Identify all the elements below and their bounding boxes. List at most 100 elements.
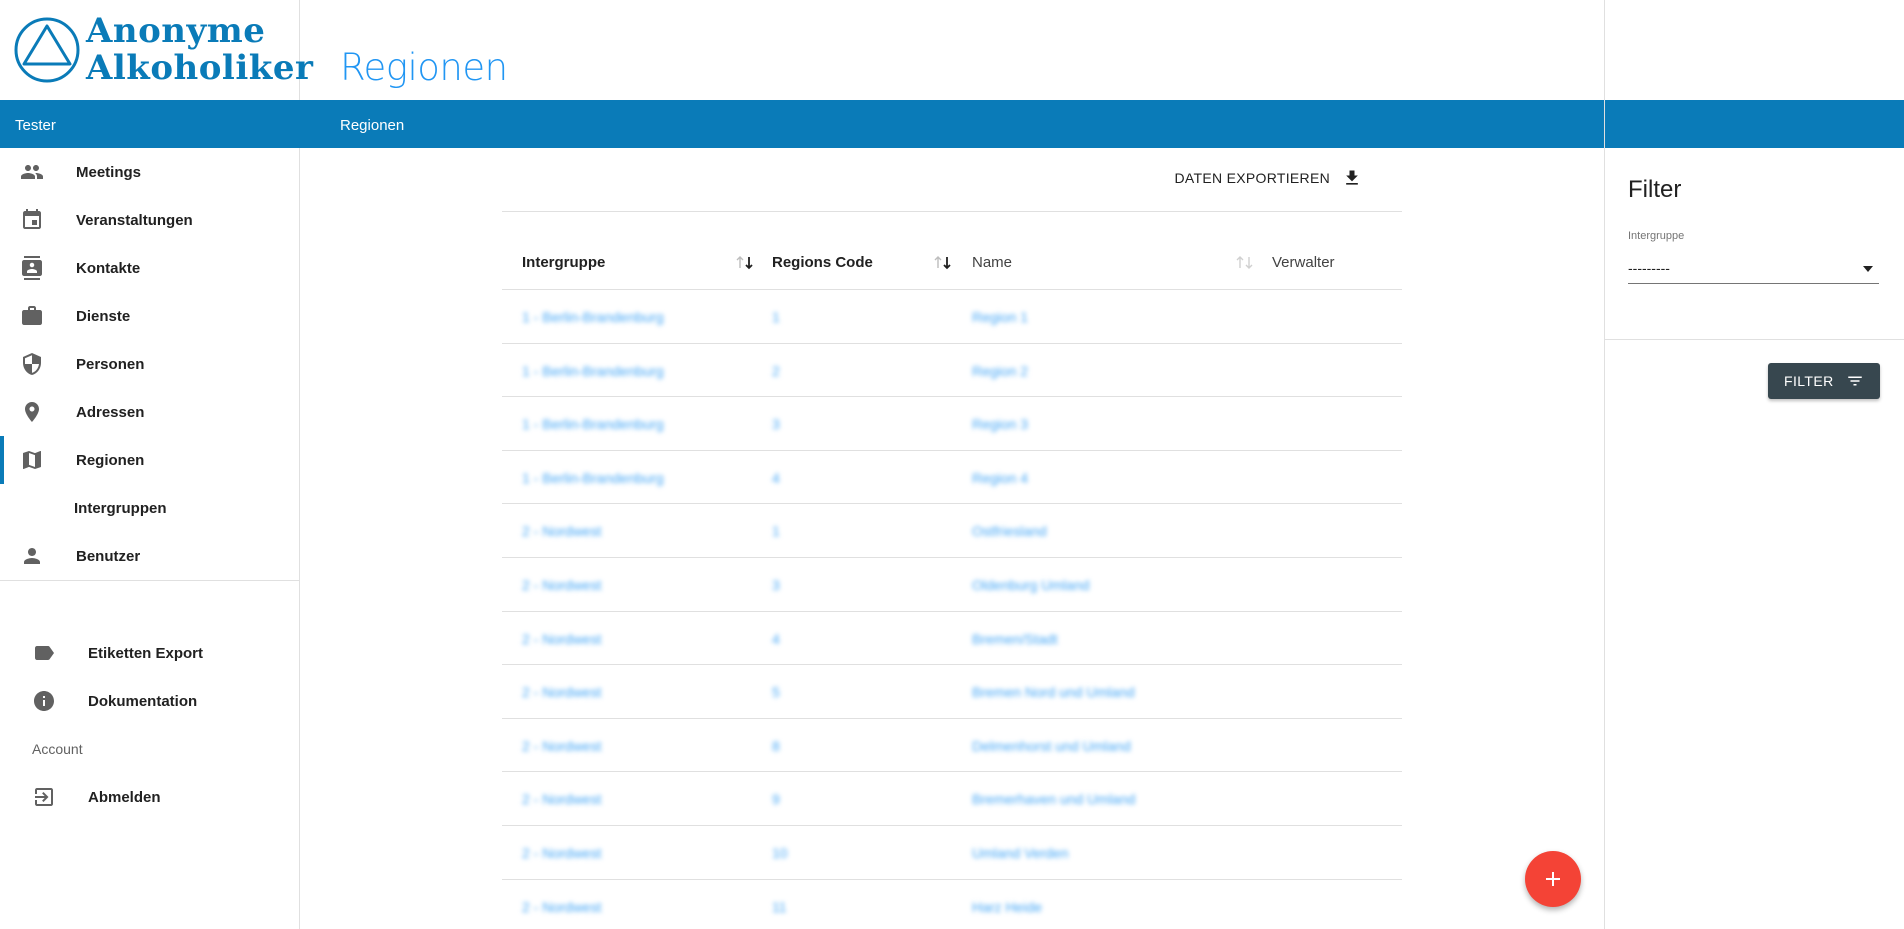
- column-header-regions-code[interactable]: Regions Code: [772, 254, 873, 271]
- cell-name[interactable]: Bremen Nord und Umland: [972, 684, 1135, 700]
- cell-name[interactable]: Umland Verden: [972, 845, 1069, 861]
- people-icon: [21, 165, 43, 179]
- table-row[interactable]: 2 - Nordwest 9 Bremerhaven und Umland: [502, 772, 1402, 826]
- account-label: Account: [32, 741, 83, 757]
- logout-button[interactable]: Abmelden: [0, 773, 300, 821]
- cell-regions-code[interactable]: 11: [772, 899, 787, 915]
- cell-intergruppe[interactable]: 2 - Nordwest: [522, 738, 601, 754]
- cell-intergruppe[interactable]: 2 - Nordwest: [522, 523, 601, 539]
- cell-regions-code[interactable]: 5: [772, 684, 780, 700]
- user-name: Tester: [15, 117, 56, 134]
- cell-intergruppe[interactable]: 2 - Nordwest: [522, 899, 601, 915]
- regions-table: Intergruppe Regions Code Name Verwalter …: [502, 236, 1402, 929]
- cell-regions-code[interactable]: 4: [772, 631, 780, 647]
- sidebar-item-etiketten-export[interactable]: Etiketten Export: [0, 629, 300, 677]
- cell-name[interactable]: Delmenhorst und Umland: [972, 738, 1131, 754]
- filter-panel-divider: [1604, 0, 1605, 929]
- breadcrumb[interactable]: Regionen: [340, 117, 404, 134]
- cell-regions-code[interactable]: 10: [772, 845, 788, 861]
- brand-line-2: Alkoholiker: [86, 48, 314, 88]
- sidebar-item-dokumentation[interactable]: Dokumentation: [0, 677, 300, 725]
- brand-line-1: Anonyme: [86, 11, 266, 51]
- table-row[interactable]: 2 - Nordwest 3 Oldenburg Umland: [502, 558, 1402, 612]
- cell-intergruppe[interactable]: 1 - Berlin-Brandenburg: [522, 416, 664, 432]
- table-row[interactable]: 2 - Nordwest 11 Harz Heide: [502, 880, 1402, 929]
- cell-regions-code[interactable]: 4: [772, 470, 780, 486]
- table-row[interactable]: 1 - Berlin-Brandenburg 2 Region 2: [502, 344, 1402, 398]
- shield-icon: [23, 353, 41, 375]
- cell-regions-code[interactable]: 1: [772, 309, 780, 325]
- cell-name[interactable]: Harz Heide: [972, 899, 1042, 915]
- cell-name[interactable]: Oldenburg Umland: [972, 577, 1090, 593]
- cell-intergruppe[interactable]: 1 - Berlin-Brandenburg: [522, 309, 664, 325]
- cell-regions-code[interactable]: 3: [772, 577, 780, 593]
- sort-icon[interactable]: [1234, 254, 1258, 272]
- info-icon: [34, 691, 54, 711]
- cell-intergruppe[interactable]: 2 - Nordwest: [522, 845, 601, 861]
- plus-icon: [1546, 872, 1560, 886]
- user-bar: Tester: [0, 100, 300, 148]
- cell-regions-code[interactable]: 9: [772, 791, 780, 807]
- sidebar-item-kontakte[interactable]: Kontakte: [0, 244, 300, 292]
- cell-name[interactable]: Bremen/Stadt: [972, 631, 1058, 647]
- table-row[interactable]: 2 - Nordwest 10 Umland Verden: [502, 826, 1402, 880]
- sidebar-item-label: Benutzer: [76, 548, 141, 565]
- page-title: Regionen: [340, 46, 508, 89]
- cell-name[interactable]: Region 3: [972, 416, 1028, 432]
- sidebar-item-adressen[interactable]: Adressen: [0, 388, 300, 436]
- table-row[interactable]: 2 - Nordwest 5 Bremen Nord und Umland: [502, 665, 1402, 719]
- intergruppe-filter-select[interactable]: ---------: [1628, 252, 1879, 284]
- secondary-nav: Etiketten Export Dokumentation Account A…: [0, 629, 300, 821]
- cell-intergruppe[interactable]: 2 - Nordwest: [522, 631, 601, 647]
- sidebar-item-benutzer[interactable]: Benutzer: [0, 532, 300, 580]
- sidebar-item-label: Intergruppen: [74, 500, 167, 517]
- cell-name[interactable]: Region 1: [972, 309, 1028, 325]
- cell-intergruppe[interactable]: 1 - Berlin-Brandenburg: [522, 470, 664, 486]
- cell-regions-code[interactable]: 1: [772, 523, 780, 539]
- cell-regions-code[interactable]: 2: [772, 363, 780, 379]
- column-header-intergruppe[interactable]: Intergruppe: [522, 254, 605, 271]
- sidebar-item-personen[interactable]: Personen: [0, 340, 300, 388]
- sidebar-item-veranstaltungen[interactable]: Veranstaltungen: [0, 196, 300, 244]
- cell-regions-code[interactable]: 3: [772, 416, 780, 432]
- sort-icon[interactable]: [734, 254, 758, 272]
- table-row[interactable]: 1 - Berlin-Brandenburg 4 Region 4: [502, 451, 1402, 505]
- column-header-verwalter[interactable]: Verwalter: [1272, 254, 1335, 271]
- table-row[interactable]: 1 - Berlin-Brandenburg 3 Region 3: [502, 397, 1402, 451]
- export-button-label: DATEN EXPORTIEREN: [1174, 170, 1330, 186]
- cell-intergruppe[interactable]: 2 - Nordwest: [522, 791, 601, 807]
- add-region-button[interactable]: [1525, 851, 1581, 907]
- sidebar-item-label: Meetings: [76, 164, 142, 181]
- table-row[interactable]: 2 - Nordwest 4 Bremen/Stadt: [502, 612, 1402, 666]
- sidebar-item-dienste[interactable]: Dienste: [0, 292, 300, 340]
- brand-logo[interactable]: Anonyme Alkoholiker: [14, 13, 313, 87]
- nav-divider: [0, 580, 300, 581]
- table-row[interactable]: 1 - Berlin-Brandenburg 1 Region 1: [502, 290, 1402, 344]
- sort-icon[interactable]: [932, 254, 956, 272]
- cell-intergruppe[interactable]: 2 - Nordwest: [522, 577, 601, 593]
- main-nav: Meetings Veranstaltungen Kontakte Dienst…: [0, 148, 300, 580]
- cell-name[interactable]: Region 2: [972, 363, 1028, 379]
- sidebar-item-intergruppen[interactable]: Intergruppen: [0, 484, 300, 532]
- location-pin-icon: [25, 402, 39, 422]
- cell-regions-code[interactable]: 8: [772, 738, 780, 754]
- export-data-button[interactable]: DATEN EXPORTIEREN: [1175, 168, 1363, 188]
- sidebar-item-label: Dienste: [76, 308, 131, 325]
- cell-name[interactable]: Bremerhaven und Umland: [972, 791, 1135, 807]
- cell-name[interactable]: Region 4: [972, 470, 1028, 486]
- sidebar-item-label: Veranstaltungen: [76, 212, 193, 229]
- filter-title: Filter: [1628, 176, 1682, 203]
- cell-name[interactable]: Ostfriesland: [972, 523, 1047, 539]
- table-row[interactable]: 2 - Nordwest 8 Delmenhorst und Umland: [502, 719, 1402, 773]
- apply-filter-button[interactable]: FILTER: [1768, 363, 1880, 399]
- filter-button-label: FILTER: [1784, 373, 1834, 389]
- sidebar-item-regionen[interactable]: Regionen: [0, 436, 300, 484]
- map-icon: [23, 451, 41, 469]
- column-header-name[interactable]: Name: [972, 254, 1012, 271]
- brand-name: Anonyme Alkoholiker: [86, 13, 313, 87]
- contact-card-icon: [22, 256, 42, 280]
- sidebar-item-meetings[interactable]: Meetings: [0, 148, 300, 196]
- table-row[interactable]: 2 - Nordwest 1 Ostfriesland: [502, 504, 1402, 558]
- cell-intergruppe[interactable]: 2 - Nordwest: [522, 684, 601, 700]
- cell-intergruppe[interactable]: 1 - Berlin-Brandenburg: [522, 363, 664, 379]
